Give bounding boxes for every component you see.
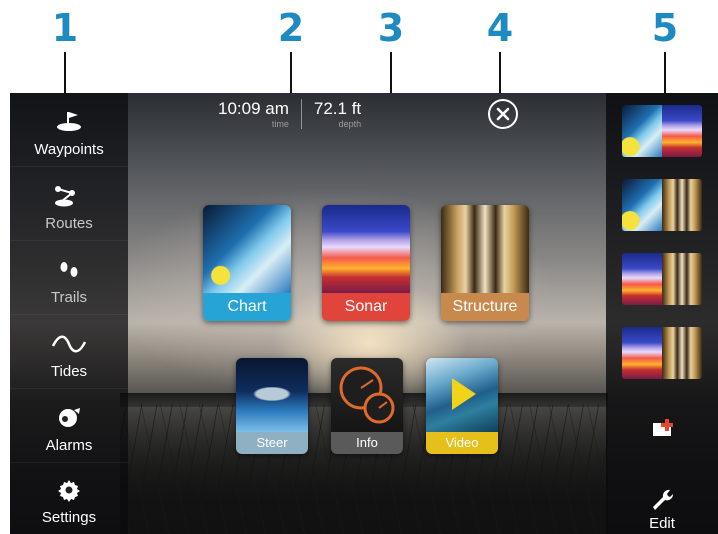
sidebar-item-label: Trails (50, 289, 88, 306)
time-value: 10:09 am (218, 99, 289, 118)
sidebar-item-label: Alarms (45, 437, 93, 454)
structure-thumbnail (662, 179, 702, 231)
sine-wave-icon (49, 331, 89, 357)
sonar-thumbnail (622, 327, 662, 379)
depth-readout: 72.1 ft depth (300, 99, 373, 129)
sonar-thumbnail (622, 253, 662, 305)
sidebar-item-label: Routes (45, 215, 93, 232)
app-tile-info[interactable]: Info (331, 358, 403, 454)
steer-thumbnail (236, 358, 308, 432)
favorite-panel-chart-sonar[interactable] (622, 105, 702, 157)
callout-3: 3 (377, 6, 405, 50)
edit-label: Edit (649, 515, 675, 532)
sidebar-item-routes[interactable]: Routes (10, 167, 128, 241)
sonar-thumbnail (662, 105, 702, 157)
edit-button[interactable]: Edit (606, 477, 718, 534)
chart-thumbnail (622, 179, 662, 231)
waypoint-icon (49, 109, 89, 135)
app-tile-video[interactable]: Video (426, 358, 498, 454)
sonar-thumbnail (322, 205, 410, 293)
info-thumbnail (331, 358, 403, 432)
structure-thumbnail (441, 205, 529, 293)
favorite-panel-chart-structure[interactable] (622, 179, 702, 231)
favorite-panel-sonar-structure-split[interactable] (622, 327, 702, 379)
time-label: time (271, 119, 289, 129)
favorites-bar: Edit (606, 93, 718, 534)
callout-2-line (290, 52, 292, 94)
app-tile-label: Steer (236, 432, 308, 454)
status-readouts: 10:09 am time 72.1 ft depth (206, 99, 373, 129)
app-tile-sonar[interactable]: Sonar (322, 205, 410, 321)
close-button[interactable] (488, 99, 518, 129)
app-tile-structure[interactable]: Structure (441, 205, 529, 321)
add-favorite-button[interactable] (652, 419, 674, 437)
callout-1-line (64, 52, 66, 94)
sidebar-item-waypoints[interactable]: Waypoints (10, 93, 128, 167)
callout-5: 5 (651, 6, 679, 50)
app-tile-chart[interactable]: Chart (203, 205, 291, 321)
home-screen: Waypoints Routes Trails Tides Alarms Set… (10, 93, 718, 534)
depth-label: depth (338, 119, 362, 129)
depth-value: 72.1 ft (313, 99, 362, 118)
tools-sidebar: Waypoints Routes Trails Tides Alarms Set… (10, 93, 128, 534)
sidebar-item-label: Waypoints (34, 141, 104, 158)
play-icon (452, 378, 476, 410)
sidebar-item-label: Settings (41, 509, 97, 526)
callout-4-line (499, 52, 501, 94)
sidebar-item-tides[interactable]: Tides (10, 315, 128, 389)
time-readout: 10:09 am time (206, 99, 301, 129)
structure-thumbnail (662, 253, 702, 305)
app-tile-label: Info (331, 432, 403, 454)
app-tile-label: Structure (441, 293, 529, 321)
sidebar-item-alarms[interactable]: Alarms (10, 389, 128, 463)
favorite-panel-sonar-structure[interactable] (622, 253, 702, 305)
split-thumbnail (662, 327, 702, 379)
callout-5-line (664, 52, 666, 94)
callout-2: 2 (277, 6, 305, 50)
sidebar-item-settings[interactable]: Settings (10, 463, 128, 534)
video-thumbnail (426, 358, 498, 432)
route-icon (49, 183, 89, 209)
gauge-icon (339, 366, 395, 424)
chart-thumbnail (622, 105, 662, 157)
footprints-icon (49, 257, 89, 283)
app-tile-label: Video (426, 432, 498, 454)
app-tile-label: Chart (203, 293, 291, 321)
chart-thumbnail (203, 205, 291, 293)
callout-4: 4 (486, 6, 514, 50)
app-tile-label: Sonar (322, 293, 410, 321)
close-icon (496, 107, 510, 121)
app-tile-steer[interactable]: Steer (236, 358, 308, 454)
sidebar-item-trails[interactable]: Trails (10, 241, 128, 315)
gear-icon (49, 477, 89, 503)
alarm-icon (49, 405, 89, 431)
wrench-icon (653, 489, 674, 510)
sidebar-item-label: Tides (50, 363, 88, 380)
add-panel-icon (653, 419, 673, 436)
callout-1: 1 (51, 6, 79, 50)
